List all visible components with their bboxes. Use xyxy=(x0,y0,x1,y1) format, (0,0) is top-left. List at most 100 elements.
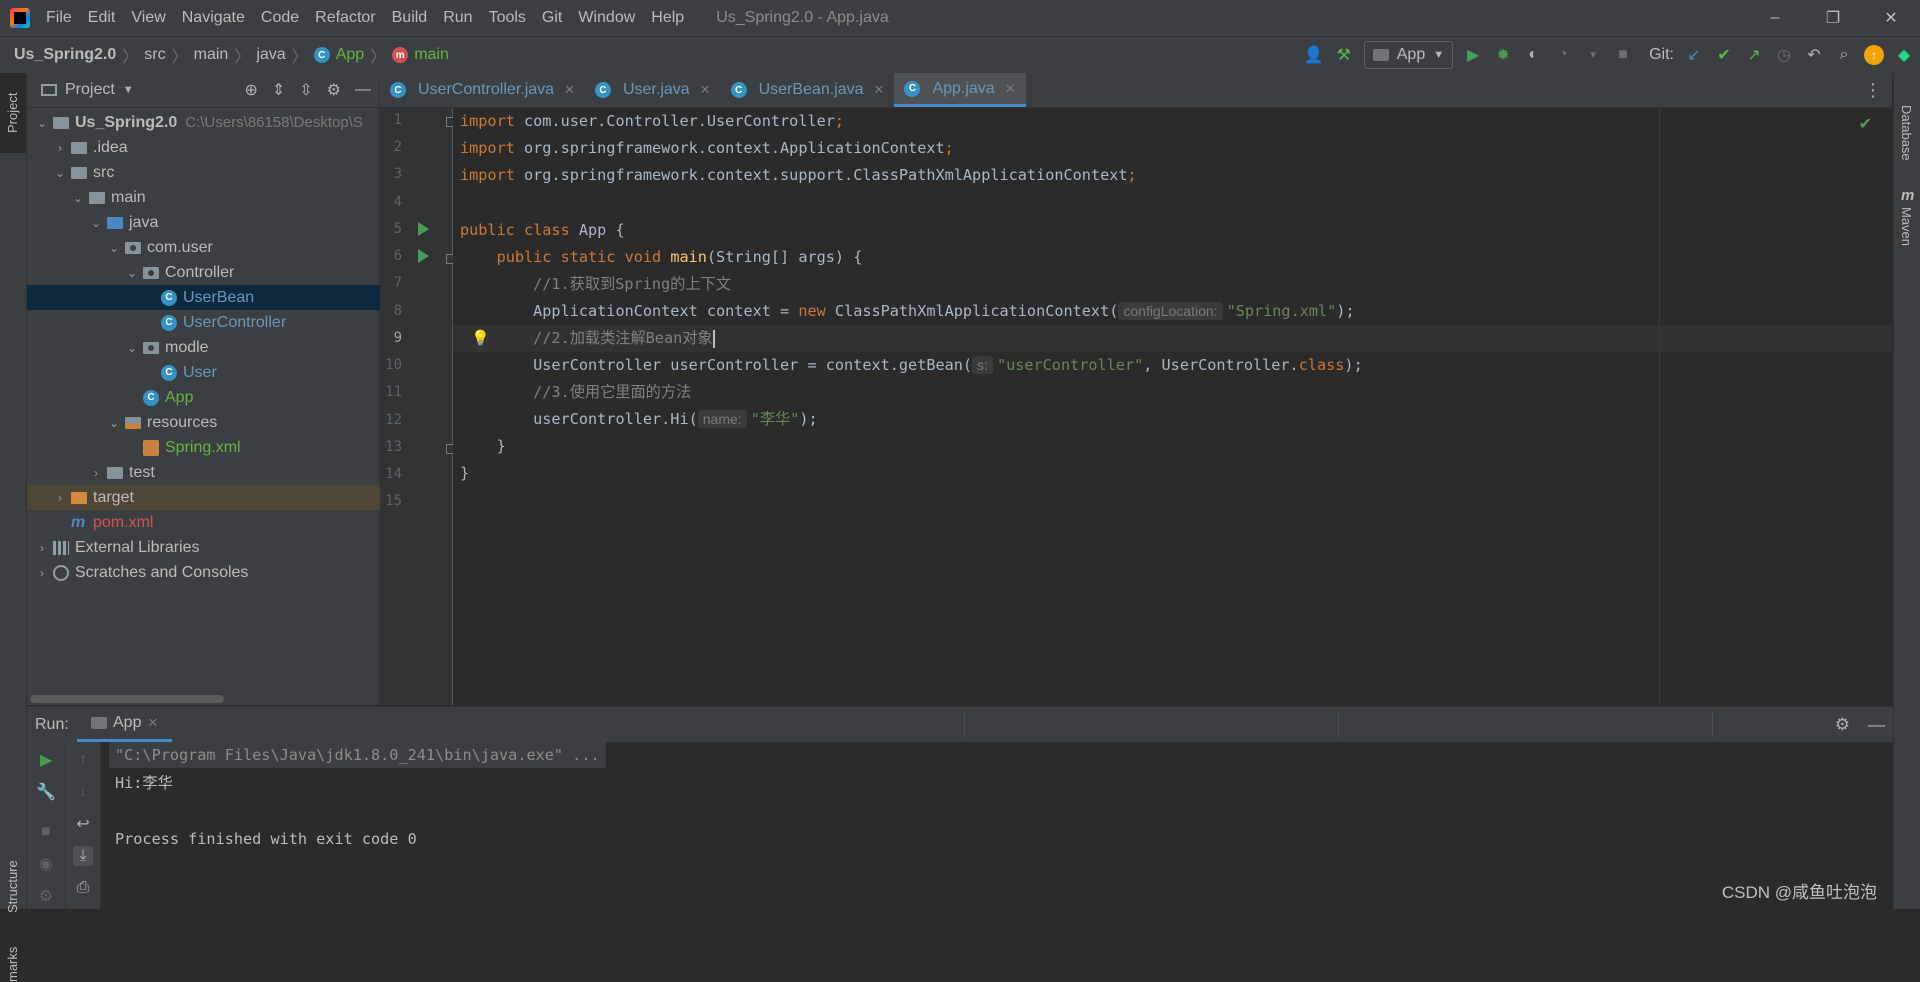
arrow-up-icon[interactable]: ↑ xyxy=(73,750,93,770)
chevron-right-icon[interactable]: › xyxy=(53,141,67,155)
update-icon[interactable]: ↑ xyxy=(1864,45,1884,65)
tree-item-java[interactable]: ⌄ java xyxy=(27,210,441,235)
settings-gear-icon[interactable]: ⚙ xyxy=(327,80,341,100)
menu-navigate[interactable]: Navigate xyxy=(174,0,253,36)
close-tab-icon[interactable]: ✕ xyxy=(564,82,575,98)
menu-edit[interactable]: Edit xyxy=(80,0,124,36)
collapse-all-icon[interactable]: ⇳ xyxy=(299,80,312,100)
tree-item-scratches[interactable]: › Scratches and Consoles xyxy=(27,560,387,585)
stop-icon[interactable]: ■ xyxy=(36,822,56,842)
breadcrumb-src[interactable]: src xyxy=(144,46,165,64)
chevron-down-icon[interactable]: ⌄ xyxy=(125,266,139,280)
breadcrumb-main-method[interactable]: main xyxy=(414,46,449,64)
tab-usercontroller-java[interactable]: C UserController.java ✕ xyxy=(380,73,585,107)
arrow-down-icon[interactable]: ↓ xyxy=(73,782,93,802)
profile-icon[interactable]: ◔ xyxy=(1553,45,1573,65)
menu-window[interactable]: Window xyxy=(570,0,643,36)
tab-user-java[interactable]: C User.java ✕ xyxy=(585,73,721,107)
chevron-right-icon[interactable]: › xyxy=(53,491,67,505)
settings-gear-icon[interactable]: ⚙ xyxy=(36,886,56,906)
settings-gear-icon[interactable]: ⚙ xyxy=(1835,715,1850,735)
run-main-gutter-icon[interactable] xyxy=(418,249,429,263)
bookmarks-tool-label[interactable]: marks xyxy=(5,947,20,982)
restore-button[interactable]: ❐ xyxy=(1804,0,1862,36)
menu-run[interactable]: Run xyxy=(435,0,480,36)
menu-refactor[interactable]: Refactor xyxy=(307,0,383,36)
tree-item-main[interactable]: ⌄ main xyxy=(27,185,423,210)
build-hammer-icon[interactable]: ⚒ xyxy=(1334,45,1354,65)
code-editor[interactable]: 💡 ✔ import com.user.Controller.UserContr… xyxy=(453,108,1892,705)
stop-icon[interactable]: ■ xyxy=(1613,45,1633,65)
dropdown-arrow-icon[interactable]: ▼ xyxy=(123,84,134,96)
run-class-gutter-icon[interactable] xyxy=(418,222,429,236)
menu-file[interactable]: File xyxy=(38,0,80,36)
more-run-options-icon[interactable]: ▼ xyxy=(1583,45,1603,65)
menu-view[interactable]: View xyxy=(123,0,173,36)
tree-item-test[interactable]: › test xyxy=(27,460,441,485)
coverage-icon[interactable]: ◐ xyxy=(1523,45,1543,65)
user-icon[interactable]: 👤 xyxy=(1304,45,1324,65)
git-push-icon[interactable]: ↗ xyxy=(1744,45,1764,65)
tree-item-src[interactable]: ⌄ src xyxy=(27,160,405,185)
tree-item-external-libraries[interactable]: › External Libraries xyxy=(27,535,387,560)
maven-tool-label[interactable]: Maven xyxy=(1899,207,1914,246)
print-icon[interactable]: ⎙ xyxy=(73,878,93,898)
tree-item-target[interactable]: › target xyxy=(27,485,405,510)
close-tab-icon[interactable]: ✕ xyxy=(874,82,885,98)
wrench-icon[interactable]: 🔧 xyxy=(36,782,56,802)
chevron-down-icon[interactable]: ⌄ xyxy=(35,116,49,130)
close-tab-icon[interactable]: ✕ xyxy=(700,82,711,98)
breadcrumb-project[interactable]: Us_Spring2.0 xyxy=(14,46,116,64)
project-tool-label[interactable]: Project xyxy=(5,93,20,133)
chevron-down-icon[interactable]: ⌄ xyxy=(89,216,103,230)
chevron-down-icon[interactable]: ⌄ xyxy=(107,241,121,255)
close-tab-icon[interactable]: ✕ xyxy=(147,715,158,731)
hide-panel-icon[interactable]: — xyxy=(355,81,371,99)
structure-tool-label[interactable]: Structure xyxy=(5,860,20,913)
menu-build[interactable]: Build xyxy=(384,0,436,36)
inspection-ok-icon[interactable]: ✔ xyxy=(1859,114,1872,134)
menu-help[interactable]: Help xyxy=(643,0,692,36)
chevron-right-icon[interactable]: › xyxy=(35,541,49,555)
soft-wrap-icon[interactable]: ↩ xyxy=(73,814,93,834)
camera-icon[interactable]: ◉ xyxy=(36,854,56,874)
expand-all-icon[interactable]: ⇕ xyxy=(272,80,285,100)
tab-userbean-java[interactable]: C UserBean.java ✕ xyxy=(721,73,895,107)
more-options-icon[interactable]: ⋮ xyxy=(1864,73,1882,107)
chevron-right-icon[interactable]: › xyxy=(35,566,49,580)
tab-app-java[interactable]: C App.java ✕ xyxy=(894,73,1026,107)
breadcrumb-java[interactable]: java xyxy=(256,46,285,64)
chevron-down-icon[interactable]: ⌄ xyxy=(107,416,121,430)
minimize-button[interactable]: – xyxy=(1746,0,1804,36)
breadcrumb-main[interactable]: main xyxy=(194,46,229,64)
close-window-button[interactable]: ✕ xyxy=(1862,0,1920,36)
rerun-icon[interactable]: ▶ xyxy=(36,750,56,770)
menu-tools[interactable]: Tools xyxy=(481,0,534,36)
hide-panel-icon[interactable]: — xyxy=(1868,715,1885,735)
tree-item-idea[interactable]: › .idea xyxy=(27,135,405,160)
run-configuration-select[interactable]: App ▼ xyxy=(1363,41,1454,69)
close-tab-icon[interactable]: ✕ xyxy=(1005,81,1016,97)
chevron-right-icon[interactable]: › xyxy=(89,466,103,480)
scroll-to-end-icon[interactable]: ⤓ xyxy=(73,846,93,866)
chevron-down-icon[interactable]: ⌄ xyxy=(125,341,139,355)
tree-item-pom-xml[interactable]: m pom.xml xyxy=(27,510,423,535)
history-icon[interactable]: ◷ xyxy=(1774,45,1794,65)
chevron-down-icon[interactable]: ⌄ xyxy=(71,191,85,205)
run-tab-app[interactable]: App ✕ xyxy=(77,707,173,742)
menu-git[interactable]: Git xyxy=(534,0,570,36)
locate-file-icon[interactable]: ⊕ xyxy=(244,80,257,100)
chevron-down-icon[interactable]: ⌄ xyxy=(53,166,67,180)
tree-item-project-root[interactable]: ⌄ Us_Spring2.0 C:\Users\86158\Desktop\S xyxy=(27,110,387,135)
run-icon[interactable]: ▶ xyxy=(1463,45,1483,65)
database-tool-label[interactable]: Database xyxy=(1899,105,1914,161)
git-update-icon[interactable]: ↙ xyxy=(1684,45,1704,65)
jetbrains-toolbox-icon[interactable]: ◆ xyxy=(1894,45,1914,65)
git-commit-icon[interactable]: ✔ xyxy=(1714,45,1734,65)
project-view-selector[interactable]: Project xyxy=(65,81,115,99)
rollback-icon[interactable]: ↶ xyxy=(1804,45,1824,65)
project-horizontal-scrollbar[interactable] xyxy=(30,695,224,703)
run-console[interactable]: "C:\Program Files\Java\jdk1.8.0_241\bin\… xyxy=(101,742,1893,909)
search-icon[interactable]: ⌕ xyxy=(1834,45,1854,65)
debug-bug-icon[interactable]: ✹ xyxy=(1493,45,1513,65)
